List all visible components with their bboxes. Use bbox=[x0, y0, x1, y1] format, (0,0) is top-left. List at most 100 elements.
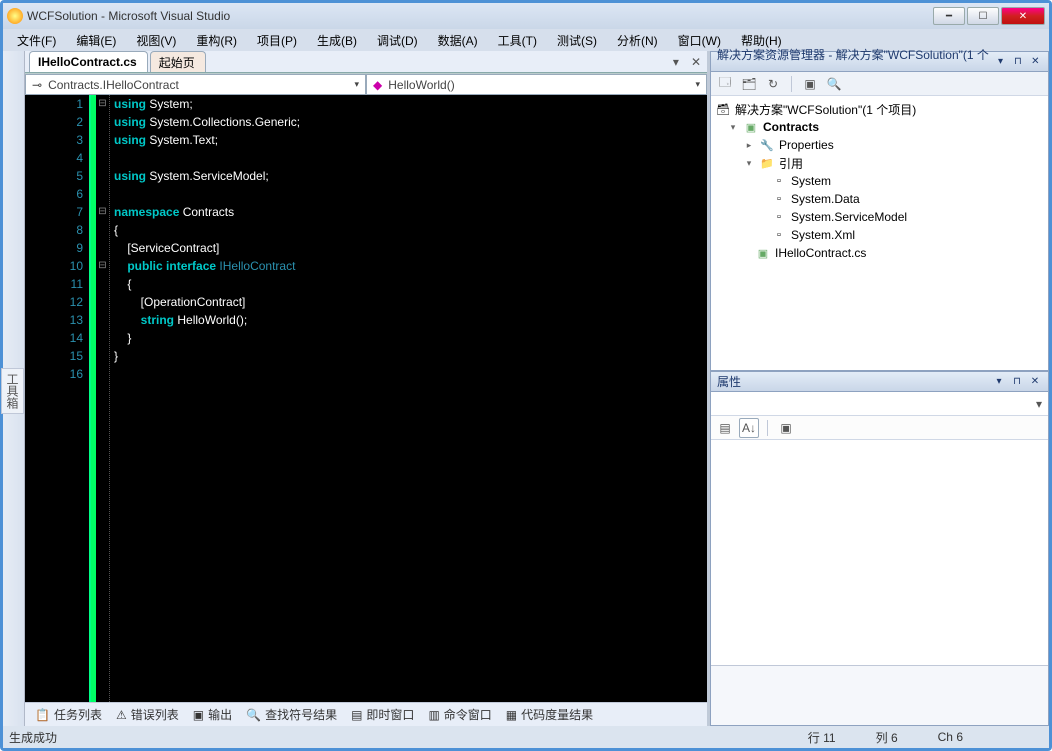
reference-icon: ▫ bbox=[771, 210, 787, 224]
alphabetical-icon[interactable]: A↓ bbox=[739, 418, 759, 438]
member-dropdown[interactable]: ◆ HelloWorld() ▾ bbox=[366, 74, 707, 95]
metrics-icon: ▦ bbox=[506, 708, 517, 722]
references-folder-icon: 📁 bbox=[759, 156, 775, 170]
solution-explorer-header[interactable]: 解决方案资源管理器 - 解决方案"WCFSolution"(1 个 ... ▾ … bbox=[711, 52, 1048, 72]
tab-close-icon[interactable]: ✕ bbox=[685, 55, 707, 69]
categorized-icon[interactable]: ▤ bbox=[715, 418, 735, 438]
left-tool-dock: 工具箱 服务器资源管理器 bbox=[3, 51, 25, 726]
chevron-down-icon: ▾ bbox=[354, 79, 359, 90]
toolbox-tab[interactable]: 工具箱 bbox=[1, 368, 24, 414]
tool-error-list[interactable]: ⚠错误列表 bbox=[110, 704, 185, 725]
solution-tree[interactable]: 🗃 解决方案"WCFSolution"(1 个项目) ▾ ▣ Contracts… bbox=[711, 96, 1048, 370]
interface-icon: ⊸ bbox=[32, 78, 42, 92]
tool-output[interactable]: ▣输出 bbox=[187, 704, 238, 725]
tool-find-symbol[interactable]: 🔍查找符号结果 bbox=[240, 704, 343, 725]
expand-icon[interactable]: ▸ bbox=[743, 140, 755, 151]
menu-project[interactable]: 项目(P) bbox=[249, 30, 305, 51]
app-window: WCFSolution - Microsoft Visual Studio ━ … bbox=[0, 0, 1052, 751]
panel-close-icon[interactable]: ✕ bbox=[1028, 375, 1042, 389]
command-icon: ▥ bbox=[428, 708, 439, 722]
reference-item[interactable]: ▫System.Xml bbox=[715, 226, 1044, 244]
references-node[interactable]: ▾ 📁 引用 bbox=[715, 154, 1044, 172]
panel-menu-icon[interactable]: ▾ bbox=[994, 55, 1007, 69]
solution-root-node[interactable]: 🗃 解决方案"WCFSolution"(1 个项目) bbox=[715, 100, 1044, 118]
menu-tools[interactable]: 工具(T) bbox=[490, 30, 545, 51]
cs-file-icon: ▣ bbox=[755, 246, 771, 260]
chevron-down-icon: ▾ bbox=[695, 79, 700, 90]
expand-icon[interactable]: ▾ bbox=[743, 158, 755, 169]
tool-immediate[interactable]: ▤即时窗口 bbox=[345, 704, 420, 725]
right-dock: 解决方案资源管理器 - 解决方案"WCFSolution"(1 个 ... ▾ … bbox=[707, 51, 1049, 726]
window-title: WCFSolution - Microsoft Visual Studio bbox=[23, 9, 933, 23]
menu-test[interactable]: 测试(S) bbox=[549, 30, 605, 51]
member-dropdown-text: HelloWorld() bbox=[388, 78, 454, 92]
fold-margin[interactable]: ⊟⊟⊟ bbox=[96, 95, 110, 702]
menu-data[interactable]: 数据(A) bbox=[430, 30, 486, 51]
menu-analyze[interactable]: 分析(N) bbox=[609, 30, 666, 51]
bottom-tool-tabs: 📋任务列表 ⚠错误列表 ▣输出 🔍查找符号结果 ▤即时窗口 ▥命令窗口 ▦代码度… bbox=[25, 702, 707, 726]
minimize-button[interactable]: ━ bbox=[933, 7, 965, 25]
panel-close-icon[interactable]: ✕ bbox=[1029, 55, 1042, 69]
pin-icon[interactable]: ⊓ bbox=[1010, 375, 1024, 389]
menu-edit[interactable]: 编辑(E) bbox=[68, 30, 124, 51]
reference-item[interactable]: ▫System bbox=[715, 172, 1044, 190]
view-class-diagram-icon[interactable]: 🔍 bbox=[824, 74, 844, 94]
code-area[interactable]: using System;using System.Collections.Ge… bbox=[110, 95, 707, 702]
code-editor[interactable]: 12345678910111213141516 ⊟⊟⊟ using System… bbox=[25, 95, 707, 702]
project-node[interactable]: ▾ ▣ Contracts bbox=[715, 118, 1044, 136]
menu-debug[interactable]: 调试(D) bbox=[369, 30, 426, 51]
menu-build[interactable]: 生成(B) bbox=[309, 30, 365, 51]
folder-icon: 🔧 bbox=[759, 138, 775, 152]
tool-command[interactable]: ▥命令窗口 bbox=[422, 704, 497, 725]
expand-icon[interactable]: ▾ bbox=[727, 122, 739, 133]
file-node[interactable]: ▣ IHelloContract.cs bbox=[715, 244, 1044, 262]
reference-icon: ▫ bbox=[771, 228, 787, 242]
property-pages-icon[interactable]: ▣ bbox=[776, 418, 796, 438]
properties-grid[interactable] bbox=[711, 440, 1048, 665]
tool-metrics[interactable]: ▦代码度量结果 bbox=[500, 704, 599, 725]
reference-icon: ▫ bbox=[771, 174, 787, 188]
properties-node[interactable]: ▸ 🔧 Properties bbox=[715, 136, 1044, 154]
tab-start-page[interactable]: 起始页 bbox=[150, 51, 206, 72]
find-symbol-icon: 🔍 bbox=[246, 708, 261, 722]
view-code-icon[interactable]: ▣ bbox=[800, 74, 820, 94]
tab-label: 起始页 bbox=[159, 54, 195, 71]
panel-menu-icon[interactable]: ▾ bbox=[992, 375, 1006, 389]
properties-icon[interactable]: 🗔 bbox=[715, 74, 735, 94]
error-list-icon: ⚠ bbox=[116, 708, 127, 722]
status-char: Ch 6 bbox=[938, 730, 963, 744]
refresh-icon[interactable]: ↻ bbox=[763, 74, 783, 94]
output-icon: ▣ bbox=[193, 708, 204, 722]
menu-refactor[interactable]: 重构(R) bbox=[188, 30, 245, 51]
properties-object-dropdown[interactable]: ▾ bbox=[711, 392, 1048, 416]
panel-title: 属性 bbox=[717, 373, 741, 390]
status-line: 行 11 bbox=[808, 729, 836, 746]
separator bbox=[791, 76, 792, 92]
menu-file[interactable]: 文件(F) bbox=[9, 30, 64, 51]
status-message: 生成成功 bbox=[9, 729, 768, 746]
main-layout: 工具箱 服务器资源管理器 IHelloContract.cs 起始页 ▾ ✕ ⊸… bbox=[3, 51, 1049, 726]
tab-label: IHelloContract.cs bbox=[38, 55, 137, 69]
properties-header[interactable]: 属性 ▾ ⊓ ✕ bbox=[711, 372, 1048, 392]
tab-ihellocontract[interactable]: IHelloContract.cs bbox=[29, 51, 148, 72]
maximize-button[interactable]: ☐ bbox=[967, 7, 999, 25]
vs-app-icon bbox=[7, 8, 23, 24]
show-all-files-icon[interactable]: 🗂 bbox=[739, 74, 759, 94]
close-button[interactable]: ✕ bbox=[1001, 7, 1045, 25]
reference-item[interactable]: ▫System.ServiceModel bbox=[715, 208, 1044, 226]
status-column: 列 6 bbox=[876, 729, 898, 746]
window-buttons: ━ ☐ ✕ bbox=[933, 7, 1045, 25]
solution-icon: 🗃 bbox=[715, 102, 731, 116]
properties-panel: 属性 ▾ ⊓ ✕ ▾ ▤ A↓ ▣ bbox=[710, 371, 1049, 726]
reference-item[interactable]: ▫System.Data bbox=[715, 190, 1044, 208]
line-number-gutter: 12345678910111213141516 bbox=[25, 95, 91, 702]
namespace-dropdown[interactable]: ⊸ Contracts.IHelloContract ▾ bbox=[25, 74, 366, 95]
document-tabs: IHelloContract.cs 起始页 ▾ ✕ bbox=[25, 51, 707, 73]
menu-view[interactable]: 视图(V) bbox=[128, 30, 184, 51]
tool-task-list[interactable]: 📋任务列表 bbox=[29, 704, 108, 725]
pin-icon[interactable]: ⊓ bbox=[1011, 55, 1024, 69]
solution-toolbar: 🗔 🗂 ↻ ▣ 🔍 bbox=[711, 72, 1048, 96]
tab-dropdown-icon[interactable]: ▾ bbox=[667, 55, 685, 69]
code-navigation-bar: ⊸ Contracts.IHelloContract ▾ ◆ HelloWorl… bbox=[25, 73, 707, 95]
properties-description bbox=[711, 665, 1048, 725]
